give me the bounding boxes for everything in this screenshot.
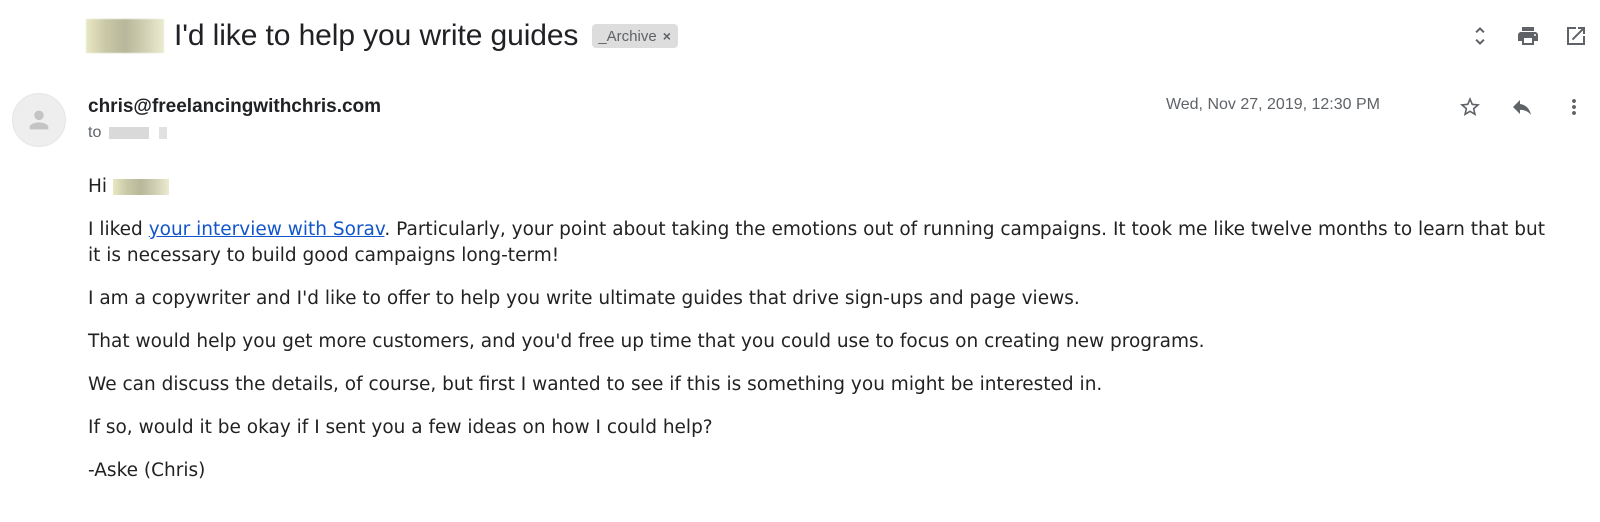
redacted-recipient xyxy=(109,127,150,139)
interview-link[interactable]: your interview with Sorav xyxy=(149,219,385,240)
label-text: _Archive xyxy=(598,27,657,45)
message-body: Hi I liked your interview with Sorav. Pa… xyxy=(88,174,1548,501)
open-new-window-icon[interactable] xyxy=(1552,20,1600,52)
expand-collapse-icon[interactable] xyxy=(1456,20,1504,52)
to-label: to xyxy=(88,124,102,141)
greeting-paragraph: Hi xyxy=(88,174,1548,200)
message-actions xyxy=(1444,90,1600,124)
body-paragraph-5: If so, would it be okay if I sent you a … xyxy=(88,417,713,438)
star-icon[interactable] xyxy=(1444,90,1496,124)
p1-text-before: I liked xyxy=(88,219,149,240)
thread-actions xyxy=(1456,20,1600,52)
label-chip-archive[interactable]: _Archive × xyxy=(592,24,678,48)
greeting: Hi xyxy=(88,176,108,197)
person-icon xyxy=(29,110,49,130)
sender-avatar[interactable] xyxy=(12,93,66,147)
subject-row: I'd like to help you write guides _Archi… xyxy=(86,14,678,58)
print-icon[interactable] xyxy=(1504,20,1552,52)
redacted-name xyxy=(86,19,164,53)
redacted-recipient-name xyxy=(113,179,170,195)
remove-label-icon[interactable]: × xyxy=(663,28,671,44)
body-paragraph-1: I liked your interview with Sorav. Parti… xyxy=(88,217,1548,269)
email-subject: I'd like to help you write guides xyxy=(174,19,579,52)
redacted-recipient-extra xyxy=(159,127,168,139)
recipient-row[interactable]: to xyxy=(88,124,168,142)
reply-icon[interactable] xyxy=(1496,90,1548,124)
sender-email[interactable]: chris@freelancingwithchris.com xyxy=(88,96,381,118)
message-date: Wed, Nov 27, 2019, 12:30 PM xyxy=(1165,96,1380,113)
body-paragraph-3: That would help you get more customers, … xyxy=(88,331,1205,352)
body-paragraph-2: I am a copywriter and I'd like to offer … xyxy=(88,288,1080,309)
signature: -Aske (Chris) xyxy=(88,460,206,481)
more-options-icon[interactable] xyxy=(1548,90,1600,124)
body-paragraph-4: We can discuss the details, of course, b… xyxy=(88,374,1103,395)
